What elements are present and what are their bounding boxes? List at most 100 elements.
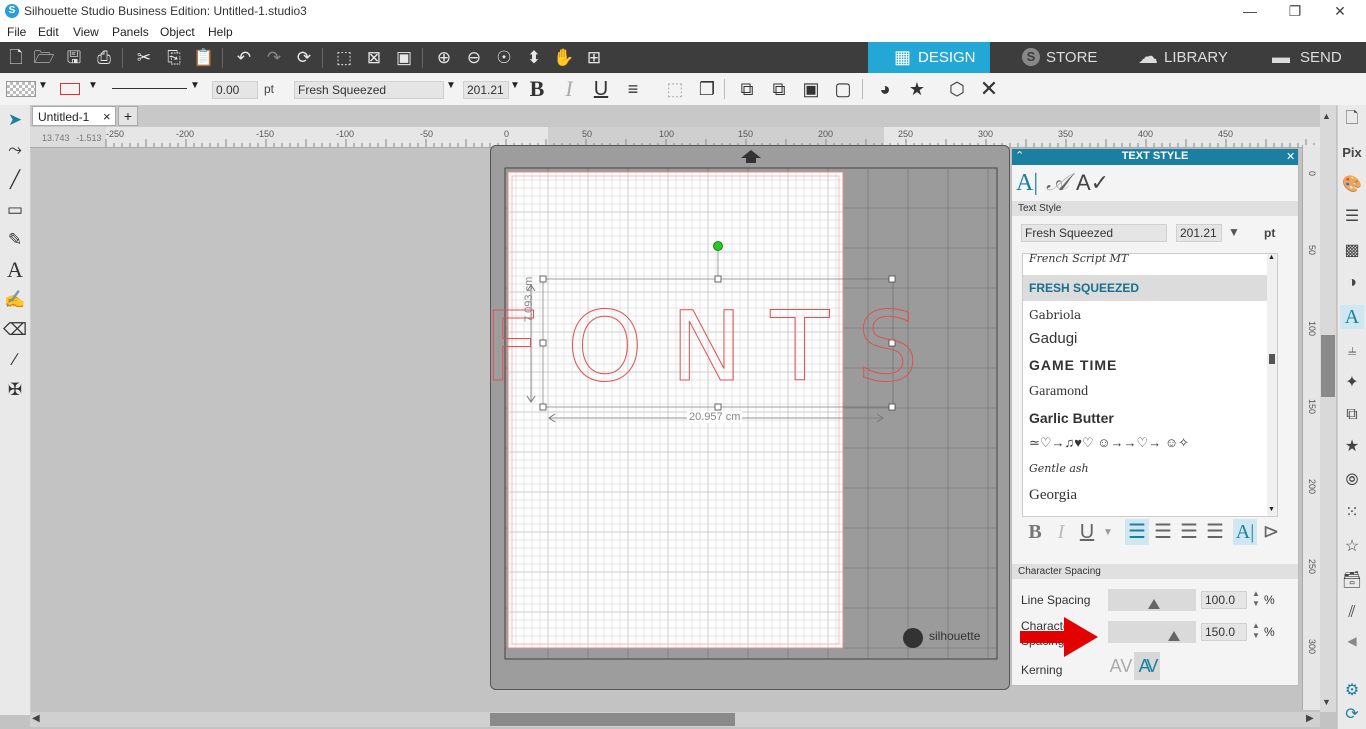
knife-icon[interactable]: ∕ <box>3 348 27 372</box>
zoom-select-icon[interactable]: ☉ <box>492 46 516 70</box>
restore-button[interactable]: ❐ <box>1275 2 1315 20</box>
zoom-in-icon[interactable]: ⊕ <box>432 46 456 70</box>
sync-icon[interactable]: ⟳ <box>1340 703 1364 727</box>
kerning-on-button[interactable]: AV <box>1134 652 1160 680</box>
send-to-back-icon[interactable]: ⧉ <box>766 77 792 101</box>
font-list-item[interactable]: Garlic Butter <box>1023 405 1277 431</box>
scroll-up-icon[interactable]: ▲ <box>1322 111 1331 121</box>
library-save-icon[interactable]: 🗃 <box>1340 569 1364 593</box>
underline-chevron-icon[interactable]: ▼ <box>1103 527 1113 538</box>
font-list[interactable]: French Script MT FRESH SQUEEZED Gabriola… <box>1022 253 1278 517</box>
fit-to-page-icon[interactable]: ⊞ <box>582 46 606 70</box>
print-icon[interactable]: ⎙ <box>92 46 116 70</box>
font-scroll-thumb[interactable] <box>1269 354 1275 364</box>
line-style-preview[interactable] <box>112 88 187 89</box>
line-style-chevron-icon[interactable]: ▼ <box>190 80 200 91</box>
text-font-tab-icon[interactable]: 𝒜 <box>1046 169 1076 197</box>
drag-zoom-icon[interactable]: ⬍ <box>522 46 546 70</box>
font-size-chevron-icon[interactable]: ▼ <box>510 80 520 91</box>
line-spacing-slider[interactable] <box>1108 589 1196 611</box>
line-style-panel-icon[interactable]: ☰ <box>1340 205 1364 229</box>
tab-library[interactable]: ☁ LIBRARY <box>1128 42 1250 73</box>
star-icon[interactable]: ★ <box>904 77 930 101</box>
align-right-icon[interactable]: ☰ <box>1177 519 1201 545</box>
menu-help[interactable]: Help <box>208 25 233 39</box>
sketch-tool-icon[interactable]: ✍ <box>3 288 27 312</box>
save-icon[interactable]: 🖫 <box>62 46 86 70</box>
menu-panels[interactable]: Panels <box>112 25 149 39</box>
text-style-panel-icon[interactable]: A <box>1340 305 1364 329</box>
cutting-mat[interactable]: FONTS 7.093 cm 20.957 cm silhouette <box>490 145 1010 690</box>
font-list-item[interactable]: Georgia <box>1023 482 1277 508</box>
text-style-tab-icon[interactable]: A| <box>1016 169 1042 197</box>
text-align-icon[interactable]: ≡ <box>620 77 646 101</box>
select-by-color-icon[interactable]: ▣ <box>392 46 416 70</box>
zoom-out-icon[interactable]: ⊖ <box>462 46 486 70</box>
pix-scan-icon[interactable]: Pix <box>1340 141 1364 165</box>
trace-icon[interactable]: ⦾ <box>1340 469 1364 493</box>
line-color-swatch[interactable] <box>60 83 80 95</box>
character-spacing-input[interactable]: 150.0 <box>1201 623 1247 641</box>
tab-store[interactable]: S STORE <box>1000 42 1118 73</box>
line-width-input[interactable]: 0.00 <box>212 81 258 99</box>
add-tab-button[interactable]: + <box>118 106 138 126</box>
shapes-icon[interactable]: ◕ <box>872 77 898 101</box>
fonts-text-object[interactable]: FONTS <box>491 291 946 404</box>
new-document-icon[interactable]: 🗋 <box>4 46 28 70</box>
menu-view[interactable]: View <box>73 25 99 39</box>
panel-size-chevron-icon[interactable]: ▼ <box>1228 225 1240 239</box>
vertical-scrollbar[interactable]: ▲ ▼ <box>1320 105 1336 712</box>
vertical-text-icon[interactable]: ⊳ <box>1259 519 1283 545</box>
palette-icon[interactable]: 🎨 <box>1340 173 1364 197</box>
document-tab-close-icon[interactable]: × <box>103 109 111 124</box>
line-spacing-slider-thumb[interactable] <box>1148 599 1160 609</box>
3d-box-icon[interactable]: ⬡ <box>944 77 970 101</box>
font-list-item[interactable]: Gentle ash <box>1023 456 1277 482</box>
italic-button[interactable]: I <box>556 77 582 101</box>
scroll-right-icon[interactable]: ▶ <box>1306 713 1314 724</box>
font-list-item[interactable]: Gadugi <box>1023 326 1277 352</box>
draw-pencil-icon[interactable]: ✎ <box>3 228 27 252</box>
replicate-icon[interactable]: ✦ <box>1340 371 1364 395</box>
ungroup-icon[interactable]: ❐ <box>694 77 720 101</box>
horizontal-scrollbar[interactable]: ◀ ▶ <box>30 712 1320 727</box>
star-outline-icon[interactable]: ☆ <box>1340 535 1364 559</box>
font-scroll-up-icon[interactable]: ▲ <box>1268 254 1275 261</box>
menu-object[interactable]: Object <box>160 25 195 39</box>
font-list-item-selected[interactable]: FRESH SQUEEZED <box>1023 275 1277 301</box>
copy-icon[interactable]: ⎘ <box>162 46 186 70</box>
hatch-icon[interactable]: ⫽ <box>1340 601 1364 625</box>
cut-icon[interactable]: ✂ <box>132 46 156 70</box>
group-icon[interactable]: ⬚ <box>662 77 688 101</box>
select-all-icon[interactable]: ⬚ <box>332 46 356 70</box>
point-edit-icon[interactable]: ⤳ <box>3 138 27 162</box>
font-dropdown-chevron-icon[interactable]: ▼ <box>446 80 456 91</box>
vertical-scroll-thumb[interactable] <box>1321 335 1335 397</box>
font-list-item[interactable]: Garamond <box>1023 379 1277 405</box>
line-spacing-stepper[interactable]: ▲ ▼ <box>1252 589 1260 609</box>
fill-dropdown-chevron-icon[interactable]: ▼ <box>38 80 48 91</box>
panel-bold-button[interactable]: B <box>1023 519 1047 545</box>
pan-hand-icon[interactable]: ✋ <box>552 46 576 70</box>
redo-icon[interactable]: ↷ <box>262 46 286 70</box>
text-spellcheck-tab-icon[interactable]: A✓ <box>1076 169 1109 197</box>
open-folder-icon[interactable]: 🗁 <box>32 46 56 70</box>
line-color-chevron-icon[interactable]: ▼ <box>88 80 98 91</box>
align-justify-icon[interactable]: ☰ <box>1203 519 1227 545</box>
close-window-button[interactable]: ✕ <box>1320 2 1360 20</box>
menu-edit[interactable]: Edit <box>38 25 59 39</box>
page-setup-icon[interactable]: 🗋 <box>1340 107 1364 131</box>
panel-font-input[interactable]: Fresh Squeezed <box>1021 224 1167 242</box>
fill-color-swatch[interactable] <box>6 81 36 97</box>
underline-button[interactable]: U <box>588 77 614 101</box>
character-spacing-stepper[interactable]: ▲ ▼ <box>1252 621 1260 641</box>
character-spacing-slider[interactable] <box>1108 621 1196 643</box>
font-scroll-down-icon[interactable]: ▼ <box>1268 506 1275 513</box>
transparency-icon[interactable]: ◑ <box>1340 271 1364 295</box>
align-left-icon[interactable]: ☰ <box>1125 519 1149 545</box>
deselect-icon[interactable]: ⊠ <box>362 46 386 70</box>
panel-size-input[interactable]: 201.21 <box>1176 224 1222 242</box>
font-size-input[interactable]: 201.21 <box>463 81 509 99</box>
text-tool-icon[interactable]: A <box>3 258 27 282</box>
font-list-scrollbar[interactable]: ▲ ▼ <box>1267 254 1277 516</box>
